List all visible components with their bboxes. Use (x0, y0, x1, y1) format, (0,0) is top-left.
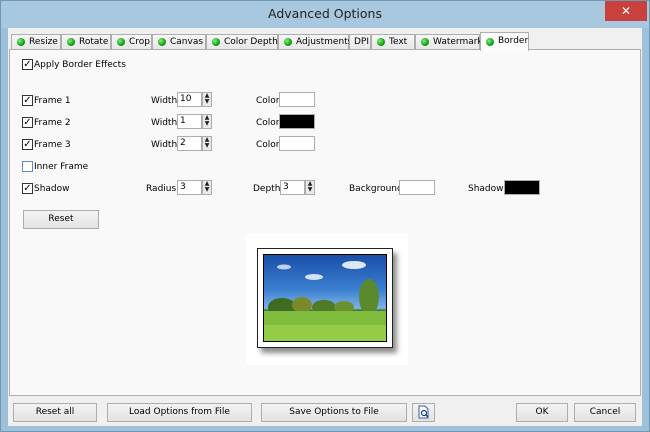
frame-2-width-spinner[interactable]: 1 ▲ ▼ (177, 114, 212, 129)
frame-1-width-label: Width: (151, 96, 181, 106)
frame-2-width-label: Width: (151, 118, 181, 128)
frame-3-width-label: Width: (151, 140, 181, 150)
border-preview (246, 234, 408, 365)
tab-watermark[interactable]: Watermark (415, 34, 483, 50)
shadow-background-swatch[interactable] (399, 180, 435, 195)
tab-canvas[interactable]: Canvas (152, 34, 206, 50)
tab-label: Adjustments (296, 37, 353, 47)
preview-image (263, 254, 387, 342)
frame-3-label: Frame 3 (34, 140, 71, 150)
reset-button[interactable]: Reset (23, 210, 99, 229)
spinner-buttons[interactable]: ▲ ▼ (202, 114, 212, 129)
tab-crop[interactable]: Crop (111, 34, 152, 50)
shadow-radius-spinner[interactable]: 3 ▲ ▼ (177, 180, 212, 195)
frame-3-width-value[interactable]: 2 (177, 136, 202, 151)
frame-3-checkbox[interactable]: ✓ (22, 139, 33, 150)
frame-2-label: Frame 2 (34, 118, 71, 128)
shadow-color-swatch[interactable] (504, 180, 540, 195)
frame-2-width-value[interactable]: 1 (177, 114, 202, 129)
arrow-down-icon[interactable]: ▼ (203, 121, 211, 127)
green-dot-icon (158, 38, 166, 46)
tab-resize[interactable]: Resize (11, 34, 61, 50)
apply-border-effects-checkbox[interactable]: ✓ (22, 59, 33, 70)
shadow-depth-value[interactable]: 3 (280, 180, 305, 195)
frame-1-color-swatch[interactable] (279, 92, 315, 107)
green-dot-icon (117, 38, 125, 46)
shadow-radius-value[interactable]: 3 (177, 180, 202, 195)
arrow-down-icon[interactable]: ▼ (306, 187, 314, 193)
tab-border[interactable]: Border (480, 32, 529, 51)
tab-text[interactable]: Text (371, 34, 415, 50)
shadow-checkbox[interactable]: ✓ (22, 183, 33, 194)
green-dot-icon (377, 38, 385, 46)
load-options-button[interactable]: Load Options from File (107, 403, 252, 422)
tab-dpi[interactable]: DPI (349, 34, 371, 50)
tab-label: Rotate (79, 37, 109, 47)
landscape-image-icon (264, 261, 386, 341)
arrow-down-icon[interactable]: ▼ (203, 143, 211, 149)
frame-3-width-spinner[interactable]: 2 ▲ ▼ (177, 136, 212, 151)
spinner-buttons[interactable]: ▲ ▼ (202, 92, 212, 107)
shadow-color-label: Shadow: (468, 184, 507, 194)
reset-all-button[interactable]: Reset all (13, 403, 97, 422)
tab-label: Canvas (170, 37, 204, 47)
shadow-radius-label: Radius: (146, 184, 180, 194)
inner-frame-label: Inner Frame (34, 162, 89, 172)
spinner-buttons[interactable]: ▲ ▼ (305, 180, 315, 195)
arrow-down-icon[interactable]: ▼ (203, 99, 211, 105)
ok-button[interactable]: OK (516, 403, 568, 422)
preview-frame (257, 248, 393, 348)
save-options-button[interactable]: Save Options to File (261, 403, 407, 422)
frame-2-color-swatch[interactable] (279, 114, 315, 129)
green-dot-icon (17, 38, 25, 46)
tab-adjustments[interactable]: Adjustments (278, 34, 353, 50)
preview-file-button[interactable] (412, 403, 435, 422)
green-dot-icon (67, 38, 75, 46)
green-dot-icon (284, 38, 292, 46)
tab-label: Text (389, 37, 408, 47)
advanced-options-window: Advanced Options ✕ Resize Rotate Crop Ca… (0, 0, 650, 432)
arrow-down-icon[interactable]: ▼ (203, 187, 211, 193)
tab-rotate[interactable]: Rotate (61, 34, 111, 50)
frame-3-color-swatch[interactable] (279, 136, 315, 151)
shadow-depth-label: Depth: (253, 184, 284, 194)
shadow-background-label: Background: (349, 184, 406, 194)
green-dot-icon (421, 38, 429, 46)
tab-label: DPI (354, 37, 370, 47)
frame-1-width-spinner[interactable]: 10 ▲ ▼ (177, 92, 212, 107)
green-dot-icon (212, 38, 220, 46)
window-title: Advanced Options (268, 6, 382, 21)
shadow-label: Shadow (34, 184, 70, 194)
tab-label: Crop (129, 37, 151, 47)
frame-1-width-value[interactable]: 10 (177, 92, 202, 107)
shadow-depth-spinner[interactable]: 3 ▲ ▼ (280, 180, 315, 195)
tab-label: Resize (29, 37, 58, 47)
tab-label: Border (498, 36, 529, 46)
spinner-buttons[interactable]: ▲ ▼ (202, 180, 212, 195)
border-tab-panel: ✓ Apply Border Effects ✓ Frame 1 Width: … (9, 49, 641, 396)
frame-1-checkbox[interactable]: ✓ (22, 95, 33, 106)
file-magnifier-icon (418, 405, 428, 419)
spinner-buttons[interactable]: ▲ ▼ (202, 136, 212, 151)
close-button[interactable]: ✕ (605, 1, 647, 21)
title-bar[interactable]: Advanced Options ✕ (1, 1, 649, 28)
green-dot-icon (486, 38, 494, 46)
cancel-button[interactable]: Cancel (574, 403, 636, 422)
inner-frame-checkbox[interactable] (22, 161, 33, 172)
frame-2-checkbox[interactable]: ✓ (22, 117, 33, 128)
dialog-client: Resize Rotate Crop Canvas Color Depth Ad… (8, 28, 642, 426)
frame-1-label: Frame 1 (34, 96, 71, 106)
tab-label: Watermark (433, 37, 483, 47)
apply-border-effects-label: Apply Border Effects (34, 60, 126, 70)
tab-color-depth[interactable]: Color Depth (206, 34, 278, 50)
tab-label: Color Depth (224, 37, 278, 47)
